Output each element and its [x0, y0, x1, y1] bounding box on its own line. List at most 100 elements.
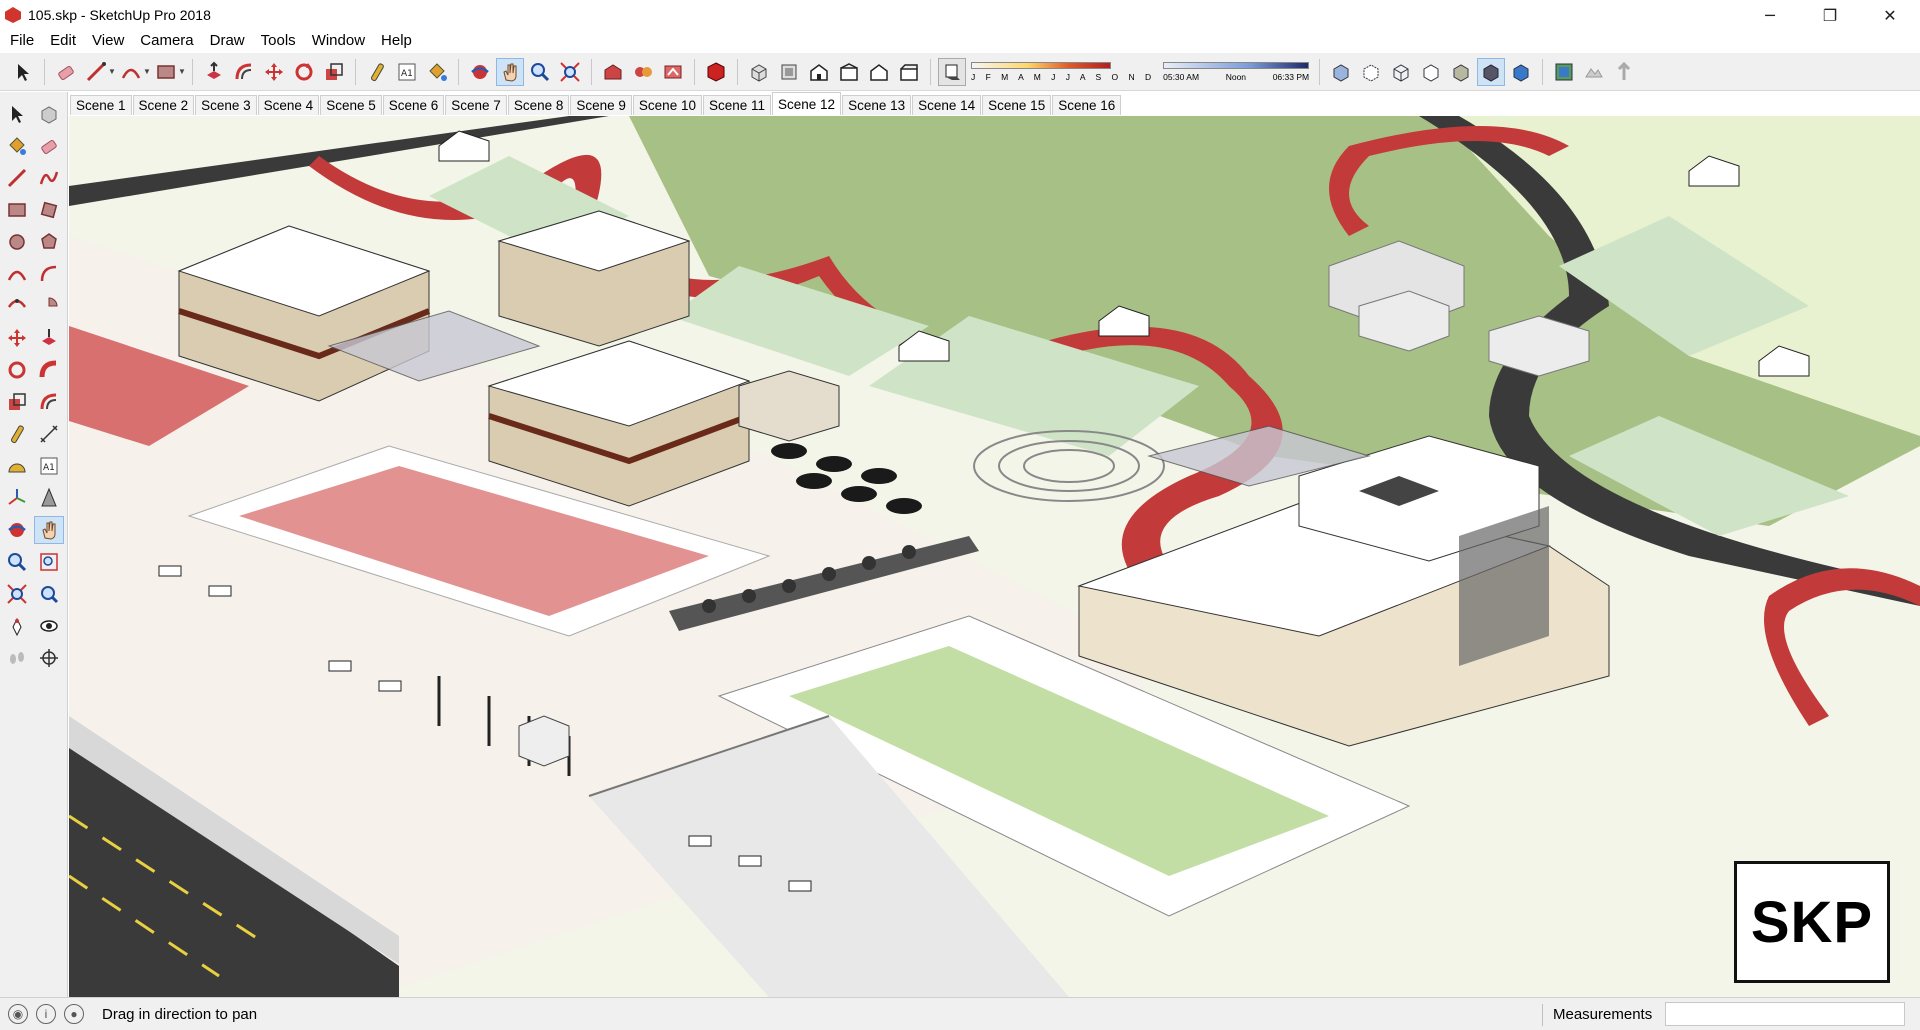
tab-scene-12[interactable]: Scene 12	[772, 92, 842, 115]
model-scene-drawing[interactable]	[69, 116, 1920, 997]
line-tool-icon[interactable]	[82, 58, 110, 86]
extension-warehouse-icon[interactable]	[629, 58, 657, 86]
minimize-button[interactable]: ─	[1740, 0, 1800, 30]
zoom-extents-tool-icon[interactable]	[556, 58, 584, 86]
tab-scene-3[interactable]: Scene 3	[195, 95, 257, 115]
menu-window[interactable]: Window	[304, 30, 373, 52]
rectangle-icon[interactable]	[2, 196, 32, 224]
shape-dropdown-chevron-icon[interactable]: ▼	[178, 67, 186, 76]
tab-scene-10[interactable]: Scene 10	[632, 95, 702, 115]
monochrome-style-icon[interactable]	[1507, 58, 1535, 86]
tab-scene-2[interactable]: Scene 2	[132, 95, 195, 115]
shadow-time-slider[interactable]: 05:30 AM Noon 06:33 PM	[1163, 58, 1310, 86]
shaded-textures-style-icon[interactable]	[1477, 57, 1506, 86]
geo-location-icon[interactable]: ◉	[8, 1004, 28, 1024]
line-dropdown-chevron-icon[interactable]: ▼	[108, 67, 116, 76]
three-point-arc-icon[interactable]	[2, 292, 32, 320]
look-around-icon[interactable]	[34, 612, 64, 640]
tab-scene-14[interactable]: Scene 14	[912, 95, 982, 115]
make-component-icon[interactable]	[34, 100, 64, 128]
dimension-icon[interactable]	[34, 420, 64, 448]
line-icon[interactable]	[2, 164, 32, 192]
zoom-extents-icon[interactable]	[2, 580, 32, 608]
menu-edit[interactable]: Edit	[42, 30, 84, 52]
eraser-tool-icon[interactable]	[52, 58, 80, 86]
tape-measure-tool-icon[interactable]	[363, 58, 391, 86]
position-camera-icon[interactable]	[2, 612, 32, 640]
photo-textures-icon[interactable]	[1610, 58, 1638, 86]
top-view-icon[interactable]	[775, 58, 803, 86]
tab-scene-6[interactable]: Scene 6	[382, 95, 445, 115]
xray-style-icon[interactable]	[1327, 58, 1355, 86]
paint-bucket-icon[interactable]	[2, 132, 32, 160]
add-location-icon[interactable]	[1550, 58, 1578, 86]
back-edges-style-icon[interactable]	[1357, 58, 1385, 86]
back-view-icon[interactable]	[865, 58, 893, 86]
tab-scene-4[interactable]: Scene 4	[257, 95, 320, 115]
maximize-button[interactable]: ❐	[1800, 0, 1860, 30]
menu-draw[interactable]: Draw	[202, 30, 253, 52]
shaded-style-icon[interactable]	[1447, 58, 1475, 86]
text-tool-icon[interactable]: A1	[393, 58, 421, 86]
toggle-terrain-icon[interactable]	[1580, 58, 1608, 86]
polygon-icon[interactable]	[34, 228, 64, 256]
select-tool-icon[interactable]	[9, 58, 37, 86]
3d-text-icon[interactable]	[34, 484, 64, 512]
menu-view[interactable]: View	[84, 30, 132, 52]
extension-manager-icon[interactable]	[702, 58, 730, 86]
share-model-icon[interactable]	[659, 58, 687, 86]
circle-icon[interactable]	[2, 228, 32, 256]
scale-icon[interactable]	[2, 388, 32, 416]
push-pull-icon[interactable]	[34, 324, 64, 352]
paint-bucket-tool-icon[interactable]	[423, 58, 451, 86]
sketchup-app-icon[interactable]	[5, 7, 21, 23]
offset-tool-icon[interactable]	[230, 58, 258, 86]
tab-scene-16[interactable]: Scene 16	[1052, 95, 1122, 115]
shadow-time-track[interactable]	[1163, 61, 1310, 69]
left-view-icon[interactable]	[895, 58, 923, 86]
rotated-rectangle-icon[interactable]	[34, 196, 64, 224]
zoom-icon[interactable]	[2, 548, 32, 576]
hidden-line-style-icon[interactable]	[1417, 58, 1445, 86]
display-shadows-icon[interactable]	[938, 57, 966, 86]
credits-info-icon[interactable]: i	[36, 1004, 56, 1024]
menu-tools[interactable]: Tools	[253, 30, 304, 52]
select-icon[interactable]	[2, 100, 32, 128]
shadow-date-track[interactable]	[971, 61, 1111, 69]
pan-tool-icon[interactable]	[496, 57, 524, 86]
tape-measure-icon[interactable]	[2, 420, 32, 448]
tab-scene-1[interactable]: Scene 1	[70, 95, 132, 115]
rotate-tool-icon[interactable]	[290, 58, 318, 86]
menu-file[interactable]: File	[2, 30, 42, 52]
freehand-icon[interactable]	[34, 164, 64, 192]
push-pull-tool-icon[interactable]	[200, 58, 228, 86]
section-plane-icon[interactable]	[34, 644, 64, 672]
arc-tool-icon[interactable]	[117, 58, 145, 86]
two-point-arc-icon[interactable]	[34, 260, 64, 288]
arc-icon[interactable]	[2, 260, 32, 288]
move-icon[interactable]	[2, 324, 32, 352]
model-viewport[interactable]: SKP	[69, 116, 1920, 997]
tab-scene-13[interactable]: Scene 13	[842, 95, 912, 115]
tab-scene-15[interactable]: Scene 15	[982, 95, 1052, 115]
front-view-icon[interactable]	[805, 58, 833, 86]
scale-tool-icon[interactable]	[320, 58, 348, 86]
shadow-date-slider[interactable]: J F M A M J J A S O N D	[971, 58, 1155, 86]
tab-scene-5[interactable]: Scene 5	[320, 95, 382, 115]
protractor-icon[interactable]	[2, 452, 32, 480]
follow-me-icon[interactable]	[34, 356, 64, 384]
tab-scene-9[interactable]: Scene 9	[570, 95, 632, 115]
wireframe-style-icon[interactable]	[1387, 58, 1415, 86]
axes-icon[interactable]	[2, 484, 32, 512]
pie-icon[interactable]	[34, 292, 64, 320]
text-icon[interactable]: A1	[34, 452, 64, 480]
warehouse-icon[interactable]	[599, 58, 627, 86]
zoom-window-icon[interactable]	[34, 548, 64, 576]
arc-dropdown-chevron-icon[interactable]: ▼	[143, 67, 151, 76]
menu-help[interactable]: Help	[373, 30, 420, 52]
offset-icon[interactable]	[34, 388, 64, 416]
walk-icon[interactable]	[2, 644, 32, 672]
eraser-icon[interactable]	[34, 132, 64, 160]
tab-scene-11[interactable]: Scene 11	[702, 95, 772, 115]
user-account-icon[interactable]: ●	[64, 1004, 84, 1024]
